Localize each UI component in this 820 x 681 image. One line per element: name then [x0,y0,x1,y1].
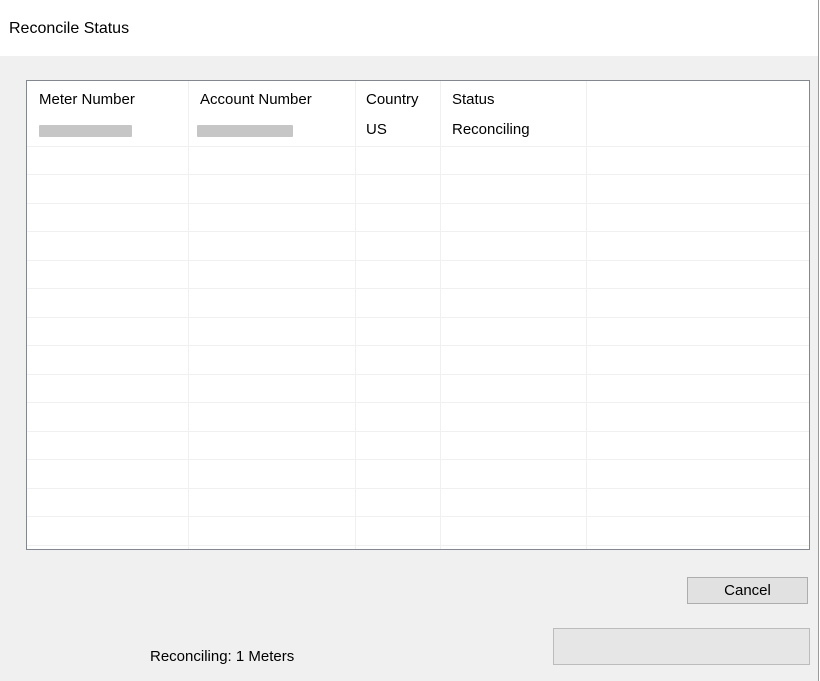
row-gridline [27,260,809,261]
row-gridline [27,402,809,403]
row-gridline [27,288,809,289]
column-separator [440,81,441,549]
meters-list-view[interactable]: Meter Number Account Number Country Stat… [26,80,810,550]
row-gridline [27,231,809,232]
row-gridline [27,431,809,432]
row-gridline [27,488,809,489]
meter-number-redacted [39,125,132,137]
row-gridline [27,146,809,147]
row-gridline [27,203,809,204]
column-separator [355,81,356,549]
window-title: Reconcile Status [9,20,130,37]
row-gridline [27,459,809,460]
reconcile-status-text: Reconciling: 1 Meters [150,648,295,665]
row-gridline [27,345,809,346]
column-separator [586,81,587,549]
reconcile-status-window: Reconcile Status Meter Number Account Nu… [0,0,819,681]
cancel-button[interactable]: Cancel [687,577,808,604]
title-bar: Reconcile Status [0,0,818,56]
column-header-status[interactable]: Status [452,91,495,108]
row-gridline [27,545,809,546]
column-separator [188,81,189,549]
cell-country: US [366,121,387,138]
column-header-country[interactable]: Country [366,91,419,108]
row-gridline [27,516,809,517]
column-header-account-number[interactable]: Account Number [200,91,312,108]
column-header-meter-number[interactable]: Meter Number [39,91,135,108]
row-gridline [27,174,809,175]
cell-status: Reconciling [452,121,530,138]
row-gridline [27,374,809,375]
row-gridline [27,317,809,318]
progress-bar [553,628,810,665]
account-number-redacted [197,125,293,137]
